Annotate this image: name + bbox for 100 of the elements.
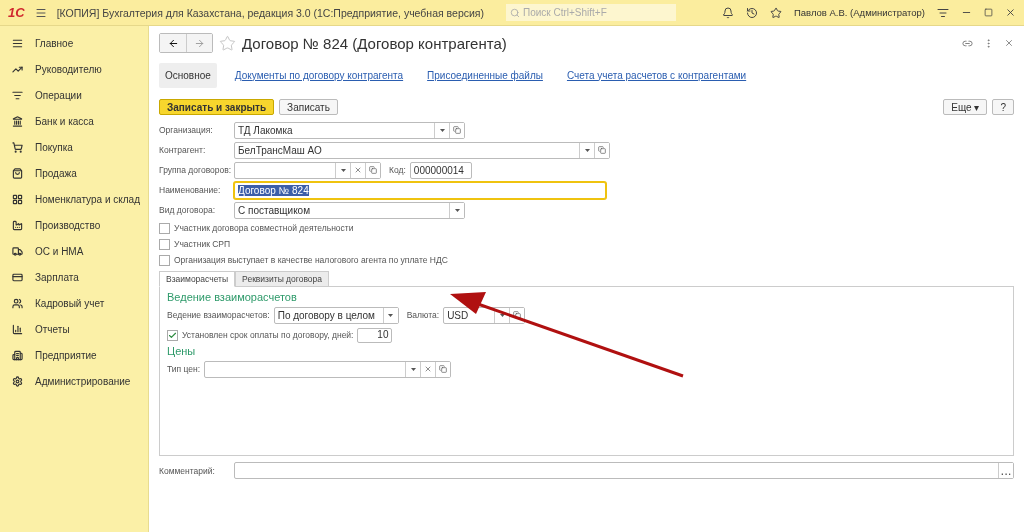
field-label: Группа договоров: bbox=[159, 165, 230, 175]
nav-tab[interactable]: Счета учета расчетов с контрагентами bbox=[560, 62, 753, 88]
gear-icon bbox=[12, 375, 23, 387]
caret-icon bbox=[410, 367, 416, 371]
caret-icon bbox=[439, 128, 445, 132]
section-heading: Цены bbox=[167, 345, 197, 359]
bank-icon bbox=[12, 115, 23, 127]
open-icon bbox=[598, 146, 606, 154]
checkbox[interactable] bbox=[159, 222, 170, 234]
sidebar-item[interactable]: Банк и касса bbox=[0, 108, 148, 134]
factory-icon bbox=[12, 219, 23, 231]
sidebar-item[interactable]: ОС и НМА bbox=[0, 238, 148, 264]
sidebar-item[interactable]: Главное bbox=[0, 30, 148, 56]
field-label: Комментарий: bbox=[159, 465, 216, 476]
search-icon bbox=[509, 7, 520, 18]
bag-icon bbox=[12, 167, 23, 179]
grid-icon bbox=[12, 193, 23, 205]
history-icon[interactable] bbox=[745, 6, 758, 19]
close-icon[interactable] bbox=[1004, 38, 1014, 48]
save-and-close-button[interactable]: Записать и закрыть bbox=[159, 99, 275, 115]
field-label: Наименование: bbox=[159, 185, 222, 195]
save-button[interactable]: Записать bbox=[279, 99, 338, 115]
section-heading: Ведение взаиморасчетов bbox=[167, 291, 298, 305]
people-icon bbox=[12, 297, 23, 309]
field-label: Тип цен: bbox=[167, 364, 201, 374]
sidebar-item[interactable]: Продажа bbox=[0, 160, 148, 186]
sidebar-item[interactable]: Кадровый учет bbox=[0, 290, 148, 316]
checkbox[interactable] bbox=[167, 329, 178, 341]
sidebar-item[interactable]: Зарплата bbox=[0, 264, 148, 290]
nav-tab[interactable]: Документы по договору контрагента bbox=[228, 62, 410, 88]
input-field[interactable]: С поставщиком bbox=[234, 201, 465, 219]
search-box[interactable]: Поиск Ctrl+Shift+F bbox=[505, 4, 676, 21]
input-field[interactable]: ... bbox=[234, 462, 1014, 479]
caret-icon bbox=[584, 148, 590, 152]
window-title: [КОПИЯ] Бухгалтерия для Казахстана, редакция 3.0 (1С:Предприятие, учебная версия) bbox=[56, 6, 485, 19]
star-icon[interactable] bbox=[769, 6, 782, 19]
dropdown-button[interactable] bbox=[449, 202, 464, 218]
field-label: Код: bbox=[389, 165, 406, 175]
restore-icon[interactable] bbox=[984, 8, 993, 17]
field-label: Контрагент: bbox=[159, 145, 207, 155]
field-label: Ведение взаиморасчетов: bbox=[167, 310, 270, 320]
select-button[interactable]: ... bbox=[998, 463, 1013, 478]
field-label: Организация: bbox=[159, 125, 214, 135]
card-icon bbox=[12, 271, 23, 283]
more-button[interactable]: Еще ▾ bbox=[943, 99, 988, 115]
caret-icon bbox=[340, 168, 346, 172]
sidebar-item[interactable]: Покупка bbox=[0, 134, 148, 160]
checkbox-label: Установлен срок оплаты по договору, дней: bbox=[182, 330, 354, 340]
search-field[interactable]: Поиск Ctrl+Shift+F bbox=[522, 7, 663, 18]
close-icon[interactable] bbox=[1005, 7, 1016, 18]
open-icon bbox=[513, 311, 522, 319]
tab[interactable]: Реквизиты договора bbox=[235, 271, 330, 287]
sidebar-item[interactable]: Руководителю bbox=[0, 56, 148, 82]
back-button[interactable] bbox=[160, 34, 186, 52]
nav-tab[interactable]: Присоединенные файлы bbox=[421, 62, 549, 88]
clear-icon bbox=[354, 166, 362, 174]
user-name: Павлов А.В. (Администратор) bbox=[793, 7, 925, 18]
sidebar-item[interactable]: Отчеты bbox=[0, 316, 148, 342]
bell-icon[interactable] bbox=[721, 6, 734, 19]
cart-icon bbox=[12, 141, 23, 153]
input-field[interactable]: ТД Лакомка bbox=[234, 121, 465, 139]
open-icon bbox=[369, 166, 377, 174]
sidebar-item[interactable]: Операции bbox=[0, 82, 148, 108]
list-icon bbox=[12, 37, 23, 49]
truck-icon bbox=[12, 245, 23, 257]
checkbox[interactable] bbox=[159, 254, 170, 266]
input-field[interactable] bbox=[234, 161, 381, 179]
form-title: Договор № 824 (Договор контрагента) bbox=[242, 34, 507, 52]
caret-icon bbox=[499, 313, 505, 317]
field-label: Вид договора: bbox=[159, 205, 217, 215]
nav-tab[interactable]: Основное bbox=[159, 62, 217, 88]
bar-chart-icon bbox=[12, 323, 23, 335]
open-icon bbox=[453, 126, 461, 134]
caret-icon bbox=[388, 313, 394, 317]
sidebar-item[interactable]: Номенклатура и склад bbox=[0, 186, 148, 212]
checkbox-label: Участник договора совместной деятельности bbox=[174, 223, 354, 233]
input-field[interactable]: Договор № 824 bbox=[234, 181, 606, 199]
check-icon bbox=[168, 330, 177, 340]
checkbox-label: Организация выступает в качестве налогового агента по уплате НДС bbox=[174, 255, 448, 265]
input-field[interactable] bbox=[204, 360, 452, 378]
checkbox[interactable] bbox=[159, 238, 170, 250]
clear-icon bbox=[424, 365, 433, 373]
tab[interactable]: Взаиморасчеты bbox=[159, 271, 236, 287]
sidebar-item[interactable]: Администрирование bbox=[0, 368, 148, 394]
back-icon bbox=[167, 37, 179, 49]
checkbox-label: Участник СРП bbox=[174, 239, 231, 249]
input-field[interactable]: По договору в целом bbox=[273, 306, 399, 324]
app-logo: 1С bbox=[8, 5, 25, 20]
sidebar-item[interactable]: Производство bbox=[0, 212, 148, 238]
building-icon bbox=[12, 349, 23, 361]
input-field[interactable]: 000000014 bbox=[409, 161, 472, 179]
sidebar-item[interactable]: Предприятие bbox=[0, 342, 148, 368]
favorite-star-icon[interactable] bbox=[219, 34, 236, 52]
input-field[interactable]: БелТрансМаш АО bbox=[234, 141, 610, 159]
input-field[interactable]: 10 bbox=[357, 327, 393, 343]
help-button[interactable]: ? bbox=[992, 99, 1014, 115]
open-icon bbox=[439, 365, 448, 373]
dropdown-button[interactable] bbox=[382, 307, 398, 323]
field-label: Валюта: bbox=[406, 310, 440, 320]
caret-icon bbox=[454, 208, 460, 212]
